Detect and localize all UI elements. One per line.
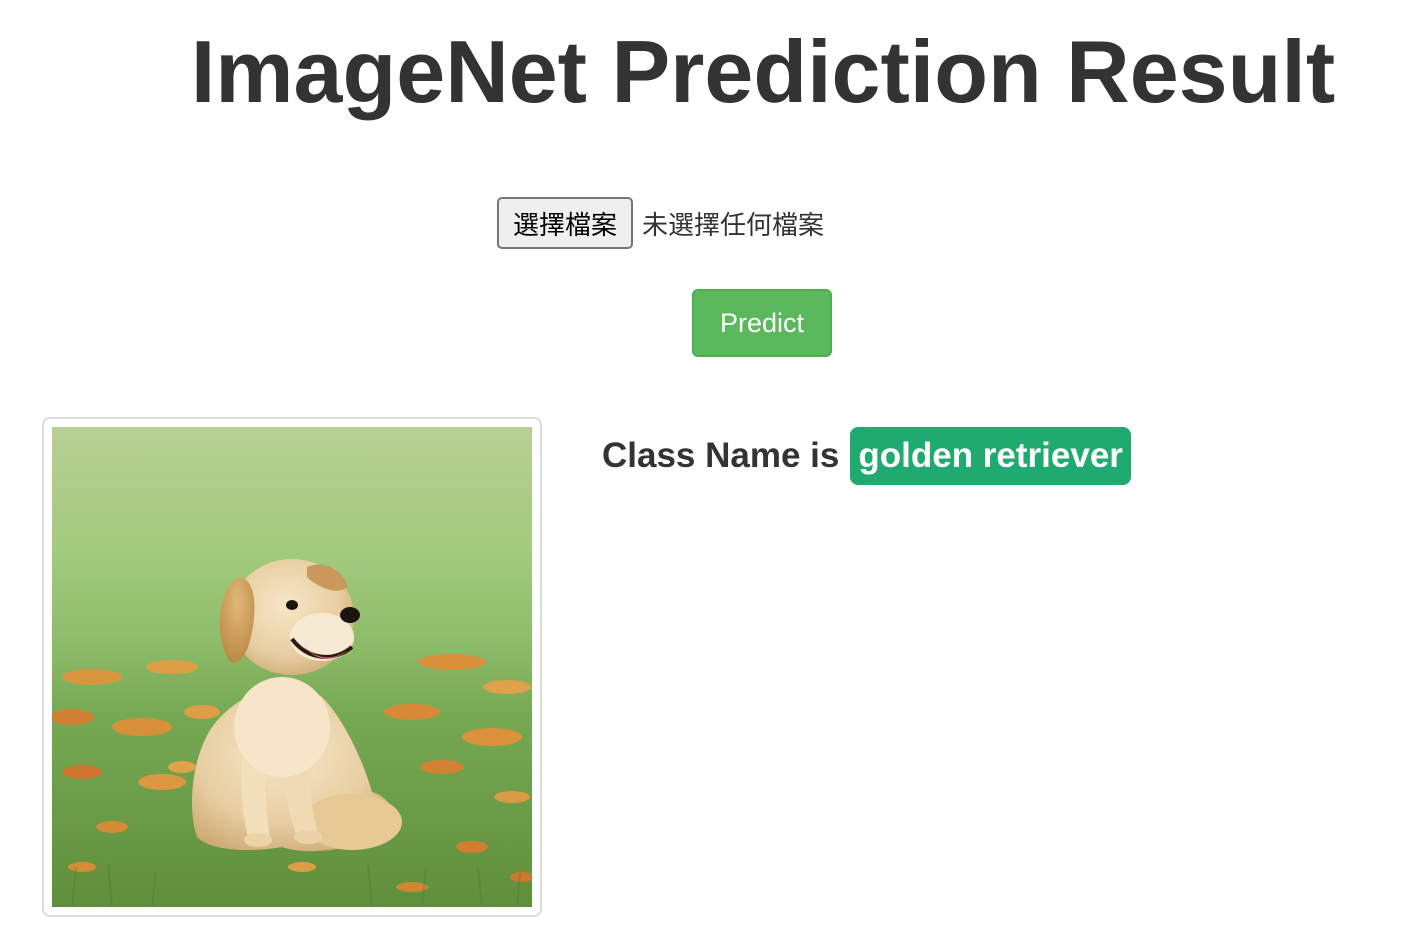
page: ImageNet Prediction Result 選擇檔案 未選擇任何檔案 … — [0, 0, 1414, 952]
file-upload-control: 選擇檔案 未選擇任何檔案 — [497, 197, 824, 249]
file-status-text: 未選擇任何檔案 — [642, 210, 825, 241]
class-name-badge: golden retriever — [850, 427, 1131, 485]
page-title: ImageNet Prediction Result — [190, 22, 1336, 121]
uploaded-image — [52, 427, 532, 907]
predict-button[interactable]: Predict — [692, 289, 832, 357]
choose-file-button[interactable]: 選擇檔案 — [497, 197, 634, 249]
image-preview-frame — [42, 417, 542, 917]
result-label: Class Name is — [602, 436, 840, 475]
prediction-result: Class Name is golden retriever — [602, 427, 1131, 485]
